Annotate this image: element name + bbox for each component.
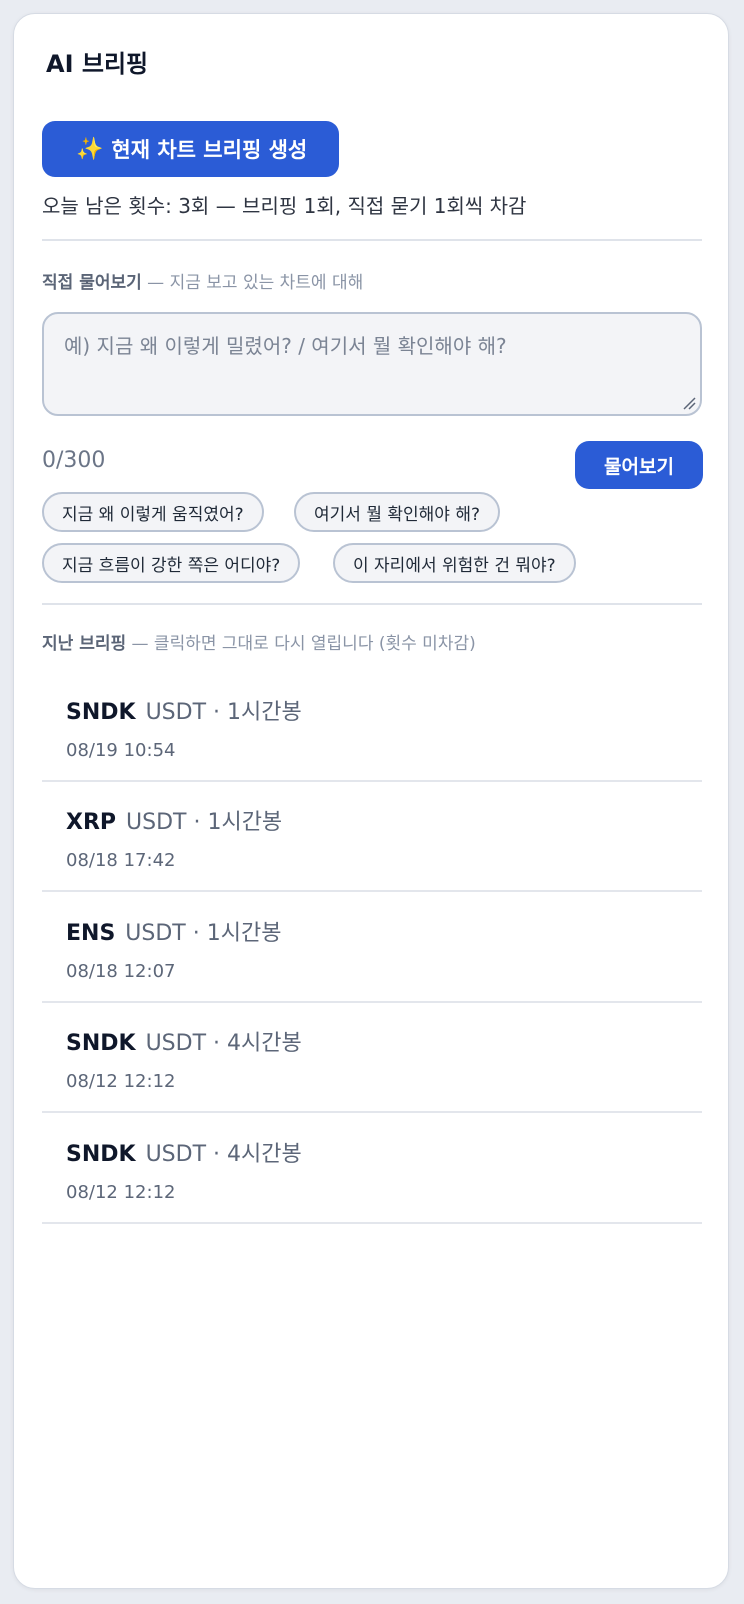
history-timestamp: 08/12 12:12 <box>66 1182 176 1203</box>
history-item-title: SNDK USDT · 1시간봉 <box>66 694 302 726</box>
history-section-subtitle: — 클릭하면 그대로 다시 열립니다 (횟수 미차감) <box>126 634 476 654</box>
generate-briefing-label: 현재 차트 브리핑 생성 <box>111 138 308 162</box>
suggestion-chip[interactable]: 지금 왜 이렇게 움직였어? <box>42 492 264 532</box>
suggestion-chip[interactable]: 지금 흐름이 강한 쪽은 어디야? <box>42 543 301 583</box>
history-item[interactable]: ENS USDT · 1시간봉 08/18 12:07 <box>42 893 702 1003</box>
history-symbol: ENS <box>66 921 116 946</box>
history-symbol: XRP <box>66 810 117 835</box>
generate-briefing-button[interactable]: ✨ 현재 차트 브리핑 생성 <box>42 121 340 177</box>
sparkles-icon: ✨ <box>76 136 104 162</box>
history-item[interactable]: XRP USDT · 1시간봉 08/18 17:42 <box>42 782 702 892</box>
history-symbol: SNDK <box>66 700 136 725</box>
ask-section-label: 직접 물어보기 — 지금 보고 있는 차트에 대해 <box>42 268 363 293</box>
ai-briefing-panel: AI 브리핑 ✨ 현재 차트 브리핑 생성 오늘 남은 횟수: 3회 — 브리핑… <box>13 13 729 1589</box>
remaining-count-text: 오늘 남은 횟수: 3회 — 브리핑 1회, 직접 묻기 1회씩 차감 <box>42 194 527 218</box>
history-timestamp: 08/18 12:07 <box>66 961 176 982</box>
history-item-title: XRP USDT · 1시간봉 <box>66 804 282 836</box>
history-item-title: SNDK USDT · 4시간봉 <box>66 1025 302 1057</box>
ask-section-title: 직접 물어보기 <box>42 273 142 293</box>
history-symbol: SNDK <box>66 1142 136 1167</box>
history-pair: USDT · 4시간봉 <box>145 1031 302 1056</box>
history-pair: USDT · 1시간봉 <box>125 921 282 946</box>
history-item[interactable]: SNDK USDT · 1시간봉 08/19 10:54 <box>42 672 702 782</box>
history-section-label: 지난 브리핑 — 클릭하면 그대로 다시 열립니다 (횟수 미차감) <box>42 629 476 654</box>
history-pair: USDT · 4시간봉 <box>145 1142 302 1167</box>
divider <box>42 239 702 241</box>
divider <box>42 603 702 605</box>
history-item-title: SNDK USDT · 4시간봉 <box>66 1136 302 1168</box>
panel-title: AI 브리핑 <box>46 50 149 78</box>
ask-button[interactable]: 물어보기 <box>575 441 703 489</box>
question-input[interactable] <box>42 312 702 416</box>
resize-handle-icon[interactable] <box>682 396 696 410</box>
history-timestamp: 08/18 17:42 <box>66 850 176 871</box>
history-item[interactable]: SNDK USDT · 4시간봉 08/12 12:12 <box>42 1114 702 1224</box>
history-pair: USDT · 1시간봉 <box>126 810 283 835</box>
ask-section-subtitle: — 지금 보고 있는 차트에 대해 <box>141 273 364 293</box>
suggestion-chip[interactable]: 이 자리에서 위험한 건 뭐야? <box>333 543 576 583</box>
history-symbol: SNDK <box>66 1031 136 1056</box>
history-pair: USDT · 1시간봉 <box>145 700 302 725</box>
history-section-title: 지난 브리핑 <box>42 634 127 654</box>
history-item[interactable]: SNDK USDT · 4시간봉 08/12 12:12 <box>42 1003 702 1113</box>
history-item-title: ENS USDT · 1시간봉 <box>66 915 281 947</box>
history-timestamp: 08/19 10:54 <box>66 740 176 761</box>
history-timestamp: 08/12 12:12 <box>66 1071 176 1092</box>
suggestion-chip[interactable]: 여기서 뭘 확인해야 해? <box>294 492 500 532</box>
character-counter: 0/300 <box>42 448 106 473</box>
